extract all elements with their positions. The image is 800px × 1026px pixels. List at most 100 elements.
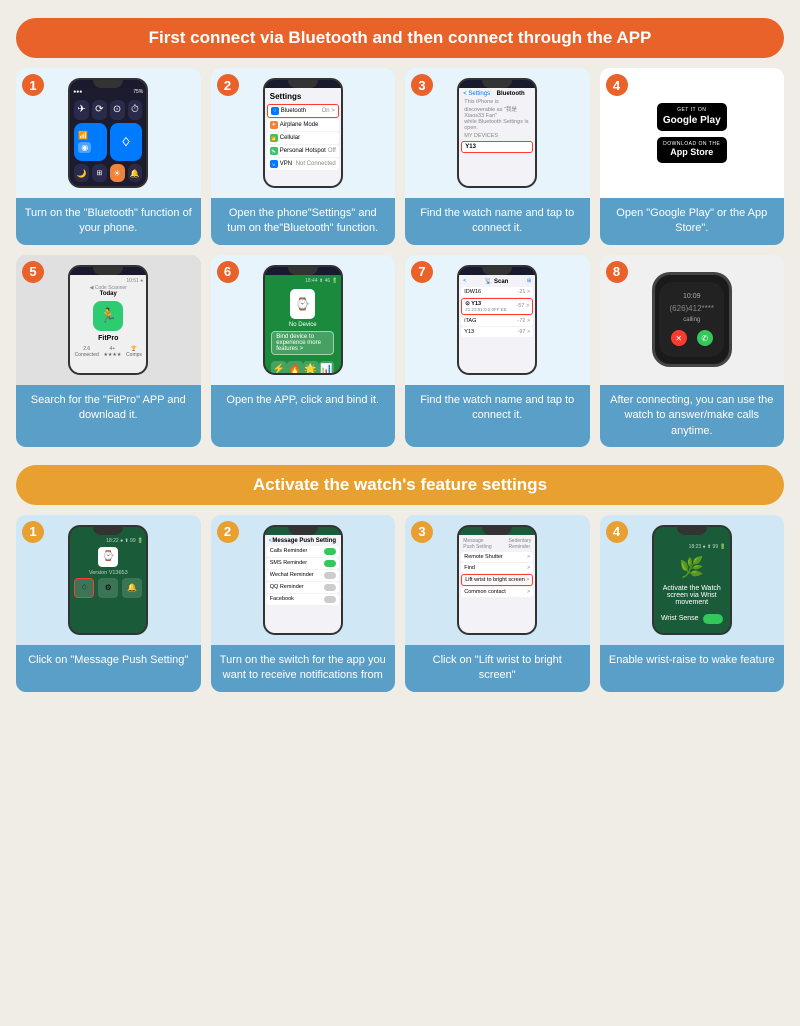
- step-4-desc: Open "Google Play" or the App Store".: [600, 198, 785, 245]
- step-2-badge: 2: [217, 74, 239, 96]
- step-6-image: 6 18:44 ⬆ 46 🔋 ⌚ No Device Bind device t…: [211, 255, 396, 385]
- accept-call-btn[interactable]: ✆: [697, 330, 713, 346]
- s2-step-2-screen: < Message Push Setting Calls Reminder SM…: [265, 535, 341, 633]
- watch-calling: (626)412****: [670, 304, 714, 313]
- lift-wrist-row[interactable]: Lift wrist to bright screen >: [461, 574, 533, 586]
- bt-screen: < Settings Bluetooth This iPhone is disc…: [459, 88, 535, 186]
- version-label: Version V13653: [89, 570, 128, 576]
- cellular-icon: 📶: [270, 134, 278, 142]
- step-3-screen: < Settings Bluetooth This iPhone is disc…: [459, 88, 535, 186]
- itag-row: iTAG -72 >: [461, 316, 533, 326]
- section1-header: First connect via Bluetooth and then con…: [16, 18, 784, 58]
- s2-step-2-phone: < Message Push Setting Calls Reminder SM…: [263, 525, 343, 635]
- bind-screen: 18:44 ⬆ 46 🔋 ⌚ No Device Bind device to …: [265, 275, 341, 373]
- step-2-card: 2 Settings ♢ Bluetooth On >: [211, 68, 396, 245]
- alarm-menu-icon[interactable]: 🔔: [122, 578, 142, 598]
- phone-notch-s2-3: [482, 527, 512, 535]
- wrist-sense-toggle[interactable]: [703, 614, 723, 624]
- s2-step-3-badge: 3: [411, 521, 433, 543]
- step-6-screen: 18:44 ⬆ 46 🔋 ⌚ No Device Bind device to …: [265, 275, 341, 373]
- bind-watch-icon: ⌚: [290, 289, 315, 319]
- wrist-icon: 🌿: [679, 555, 704, 580]
- qq-row: QQ Reminder: [267, 582, 339, 593]
- fitpro-app-name: FitPro: [72, 335, 144, 342]
- fitpro-topbar: 10:51 ●: [72, 277, 144, 285]
- google-play-btn[interactable]: GET IT ON Google Play: [657, 103, 727, 131]
- wrist-label: Activate the Watch screen via Wrist move…: [658, 585, 726, 606]
- step-1-badge: 1: [22, 74, 44, 96]
- step-7-badge: 7: [411, 261, 433, 283]
- reject-call-btn[interactable]: ✕: [671, 330, 687, 346]
- cc-icon-focus: ⊙: [110, 100, 125, 120]
- wechat-toggle[interactable]: [324, 572, 336, 579]
- step-6-card: 6 18:44 ⬆ 46 🔋 ⌚ No Device Bind device t…: [211, 255, 396, 447]
- s2-step-1-image: 1 18:22 ● ⬆ 99 🔋 ⌚ Version V13653 ♢ ⚙: [16, 515, 201, 645]
- step-4-badge: 4: [606, 74, 628, 96]
- watch-screen: 10:09 (626)412**** calling ✕ ✆: [659, 282, 724, 357]
- s2-step-1-badge: 1: [22, 521, 44, 543]
- app-store-area: GET IT ON Google Play Download on the Ap…: [647, 93, 737, 173]
- step-8-image: 8 10:09 (626)412**** calling ✕ ✆: [600, 255, 785, 385]
- calls-toggle[interactable]: [324, 548, 336, 555]
- fitpro-screen: 10:51 ● ◀ Code Scanner Today 🏃 FitPro 2.…: [70, 275, 146, 373]
- settings-menu-icon[interactable]: ⚙: [98, 578, 118, 598]
- section2: Activate the watch's feature settings 1 …: [16, 465, 784, 692]
- phone-notch-5: [93, 267, 123, 275]
- cc-icon-rotate: ⟳: [92, 100, 107, 120]
- s2-step-4-screen: 18:23 ● ⬆ 99 🔋 🌿 Activate the Watch scre…: [654, 535, 730, 633]
- bt-nav: < Settings Bluetooth: [461, 90, 533, 98]
- msg-push-screen: < Message Push Setting Calls Reminder SM…: [265, 535, 341, 633]
- google-play-label: Google Play: [663, 114, 721, 127]
- step-5-screen: 10:51 ● ◀ Code Scanner Today 🏃 FitPro 2.…: [70, 275, 146, 373]
- scan-nav: < 📡 Scan ⊞: [461, 277, 533, 286]
- step-8-badge: 8: [606, 261, 628, 283]
- step-3-badge: 3: [411, 74, 433, 96]
- step-1-card: 1 ●●●75% ✈ ⟳ ⊙ ⏱: [16, 68, 201, 245]
- steps-grid-3: 1 18:22 ● ⬆ 99 🔋 ⌚ Version V13653 ♢ ⚙: [16, 515, 784, 692]
- wrist-screen: 18:23 ● ⬆ 99 🔋 🌿 Activate the Watch scre…: [654, 535, 730, 633]
- step-5-badge: 5: [22, 261, 44, 283]
- sms-toggle[interactable]: [324, 560, 336, 567]
- phone-notch: [93, 80, 123, 88]
- steps-grid-1: 1 ●●●75% ✈ ⟳ ⊙ ⏱: [16, 68, 784, 245]
- airplane-icon: ✈: [270, 121, 278, 129]
- s2-step-1-card: 1 18:22 ● ⬆ 99 🔋 ⌚ Version V13653 ♢ ⚙: [16, 515, 201, 692]
- y13-scan-row: ⊙ Y13 21:23:51:0:0:0FF:EE -57 >: [461, 298, 533, 315]
- qq-toggle[interactable]: [324, 584, 336, 591]
- step-3-card: 3 < Settings Bluetooth This iPhone is di…: [405, 68, 590, 245]
- step-8-desc: After connecting, you can use the watch …: [600, 385, 785, 447]
- step-7-image: 7 < 📡 Scan ⊞ IDW16: [405, 255, 590, 385]
- step-8-card: 8 10:09 (626)412**** calling ✕ ✆: [600, 255, 785, 447]
- main-container: First connect via Bluetooth and then con…: [0, 0, 800, 710]
- vpn-icon: V: [270, 160, 278, 168]
- phone-notch-6: [288, 267, 318, 275]
- s2-topbar-4: 18:23 ● ⬆ 99 🔋: [658, 544, 726, 550]
- cc-grid: ✈ ⟳ ⊙ ⏱ 📶 ◉: [70, 96, 146, 186]
- bind-icon-3: 🌟: [303, 361, 319, 373]
- app-store-btn[interactable]: Download on the App Store: [657, 137, 727, 163]
- s2-step-4-card: 4 18:23 ● ⬆ 99 🔋 🌿 Activate the Watch sc…: [600, 515, 785, 692]
- no-device-label: No Device: [289, 322, 317, 328]
- watch-call-buttons: ✕ ✆: [671, 330, 713, 346]
- s2-step-2-desc: Turn on the switch for the app you want …: [211, 645, 396, 692]
- step-4-card: 4 GET IT ON Google Play Download on the …: [600, 68, 785, 245]
- cc-icon-do-not-disturb: 🌙: [74, 164, 89, 182]
- s2-step-3-image: 3 MessagePush Setting SedentaryReminder …: [405, 515, 590, 645]
- facebook-toggle[interactable]: [324, 596, 336, 603]
- common-contact-row: Common contact >: [461, 587, 533, 597]
- section1: First connect via Bluetooth and then con…: [16, 18, 784, 447]
- steps-grid-2: 5 10:51 ● ◀ Code Scanner Today 🏃: [16, 255, 784, 447]
- scan-screen: < 📡 Scan ⊞ IDW16 -21 >: [459, 275, 535, 373]
- s2-step-3-phone: MessagePush Setting SedentaryReminder Re…: [457, 525, 537, 635]
- s2-step-2-image: 2 < Message Push Setting Calls Reminder: [211, 515, 396, 645]
- bluetooth-menu-icon[interactable]: ♢: [74, 578, 94, 598]
- phone-notch-2: [288, 80, 318, 88]
- s2-step-1-desc: Click on "Message Push Setting": [16, 645, 201, 692]
- cc-icon-bluetooth: ♢: [110, 123, 143, 162]
- section2-header: Activate the watch's feature settings: [16, 465, 784, 505]
- watch-calling-label: calling: [683, 317, 700, 323]
- bind-menu-icons: ⚡ 🔥 🌟 📊: [271, 361, 334, 373]
- step-5-card: 5 10:51 ● ◀ Code Scanner Today 🏃: [16, 255, 201, 447]
- remote-shutter-row: Remote Shutter >: [461, 552, 533, 562]
- phone-notch-s2-2: [288, 527, 318, 535]
